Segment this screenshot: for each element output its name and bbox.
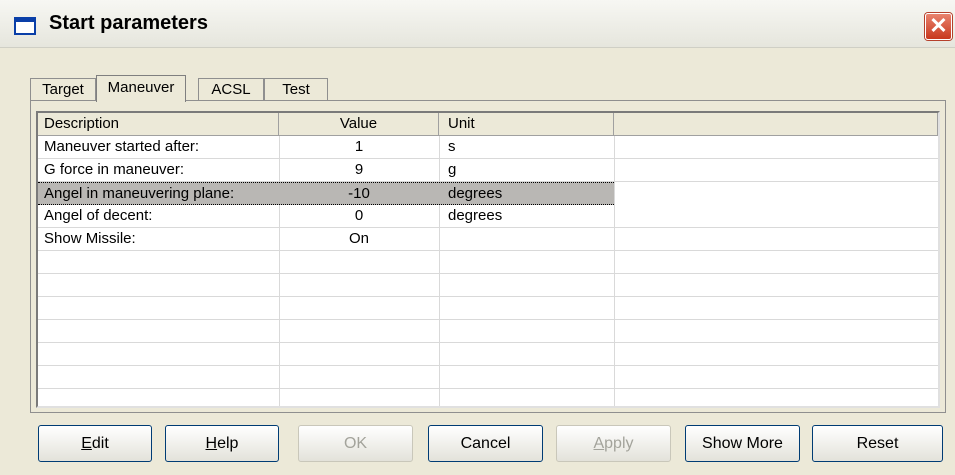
unit-cell: g <box>448 161 457 178</box>
window-icon <box>14 17 36 35</box>
table-row[interactable]: Maneuver started after: 1 s <box>38 136 938 159</box>
empty-row <box>38 343 938 366</box>
help-label: elp <box>217 435 239 452</box>
empty-row <box>38 297 938 320</box>
column-header-value[interactable]: Value <box>279 113 439 136</box>
close-icon[interactable]: ✕ <box>925 13 952 40</box>
parameter-list[interactable]: Description Value Unit Maneuver started … <box>36 111 940 408</box>
apply-button[interactable]: Apply <box>556 425 671 462</box>
tab-target[interactable]: Target <box>30 78 96 100</box>
value-cell: 0 <box>354 207 364 224</box>
unit-cell: degrees <box>448 207 503 224</box>
empty-row <box>38 274 938 297</box>
value-cell: On <box>348 230 369 247</box>
edit-button[interactable]: Edit <box>38 425 152 462</box>
empty-row <box>38 366 938 389</box>
unit-cell: degrees <box>448 185 503 202</box>
column-header-extra[interactable] <box>614 113 938 136</box>
tab-acsl[interactable]: ACSL <box>198 78 264 100</box>
tab-maneuver[interactable]: Maneuver <box>96 75 186 102</box>
empty-row <box>38 389 938 406</box>
description-cell: G force in maneuver: <box>44 161 185 178</box>
tab-test[interactable]: Test <box>264 78 328 100</box>
help-mnemonic: H <box>205 435 218 452</box>
description-cell: Show Missile: <box>44 230 136 247</box>
cancel-button[interactable]: Cancel <box>428 425 543 462</box>
table-row-selected[interactable]: Angel in maneuvering plane: -10 degrees <box>38 182 614 205</box>
value-cell: -10 <box>348 185 370 202</box>
table-row[interactable]: Show Missile: On <box>38 228 938 251</box>
help-button[interactable]: Help <box>165 425 279 462</box>
description-cell: Angel of decent: <box>44 207 153 224</box>
ok-button[interactable]: OK <box>298 425 413 462</box>
column-header-unit[interactable]: Unit <box>439 113 614 136</box>
edit-mnemonic: E <box>81 435 92 452</box>
reset-button[interactable]: Reset <box>812 425 943 462</box>
apply-mnemonic: A <box>593 435 605 452</box>
description-cell: Angel in maneuvering plane: <box>44 185 235 202</box>
show-more-button[interactable]: Show More <box>685 425 800 462</box>
edit-label: dit <box>91 435 109 452</box>
unit-cell <box>448 228 614 250</box>
apply-label: pply <box>604 435 634 452</box>
start-parameters-dialog: Start parameters ✕ Target Maneuver ACSL … <box>0 0 955 475</box>
column-header-description[interactable]: Description <box>38 113 279 136</box>
window-title: Start parameters <box>49 12 208 34</box>
empty-row <box>38 320 938 343</box>
value-cell: 1 <box>354 138 364 155</box>
unit-cell: s <box>448 138 456 155</box>
table-row[interactable]: G force in maneuver: 9 g <box>38 159 938 182</box>
empty-row <box>38 251 938 274</box>
description-cell: Maneuver started after: <box>44 138 200 155</box>
title-bar[interactable]: Start parameters ✕ <box>0 0 955 48</box>
value-cell: 9 <box>354 161 364 178</box>
table-row[interactable]: Angel of decent: 0 degrees <box>38 205 938 228</box>
